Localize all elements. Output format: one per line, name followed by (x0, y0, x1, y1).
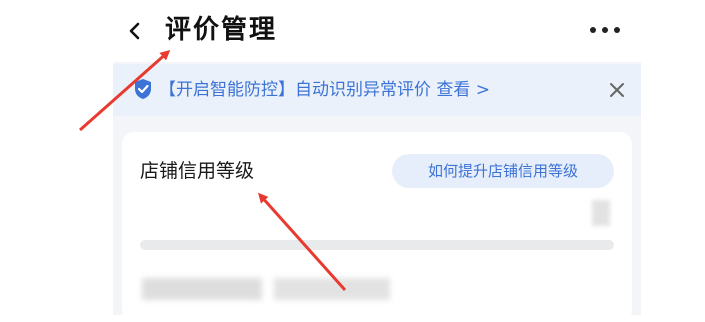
banner-link[interactable]: 【开启智能防控】自动识别异常评价 查看 > (159, 78, 490, 102)
more-dots-icon (590, 27, 596, 33)
page-title: 评价管理 (165, 15, 278, 45)
credit-progress-bar (140, 240, 614, 250)
back-button[interactable] (124, 14, 150, 46)
how-to-improve-button[interactable]: 如何提升店铺信用等级 (392, 154, 614, 188)
chevron-left-icon (129, 22, 140, 40)
blurred-value (592, 200, 610, 226)
top-bar: 评价管理 (0, 0, 705, 62)
close-banner-button[interactable] (607, 80, 627, 100)
credit-level-card: 店铺信用等级 如何提升店铺信用等级 (122, 132, 632, 322)
smart-protection-banner: 【开启智能防控】自动识别异常评价 查看 > (113, 64, 641, 116)
shield-check-icon (135, 79, 151, 99)
blurred-text (274, 278, 390, 300)
card-title: 店铺信用等级 (140, 160, 255, 182)
close-icon (610, 83, 624, 97)
more-button[interactable] (586, 18, 626, 42)
blurred-text (142, 278, 262, 300)
